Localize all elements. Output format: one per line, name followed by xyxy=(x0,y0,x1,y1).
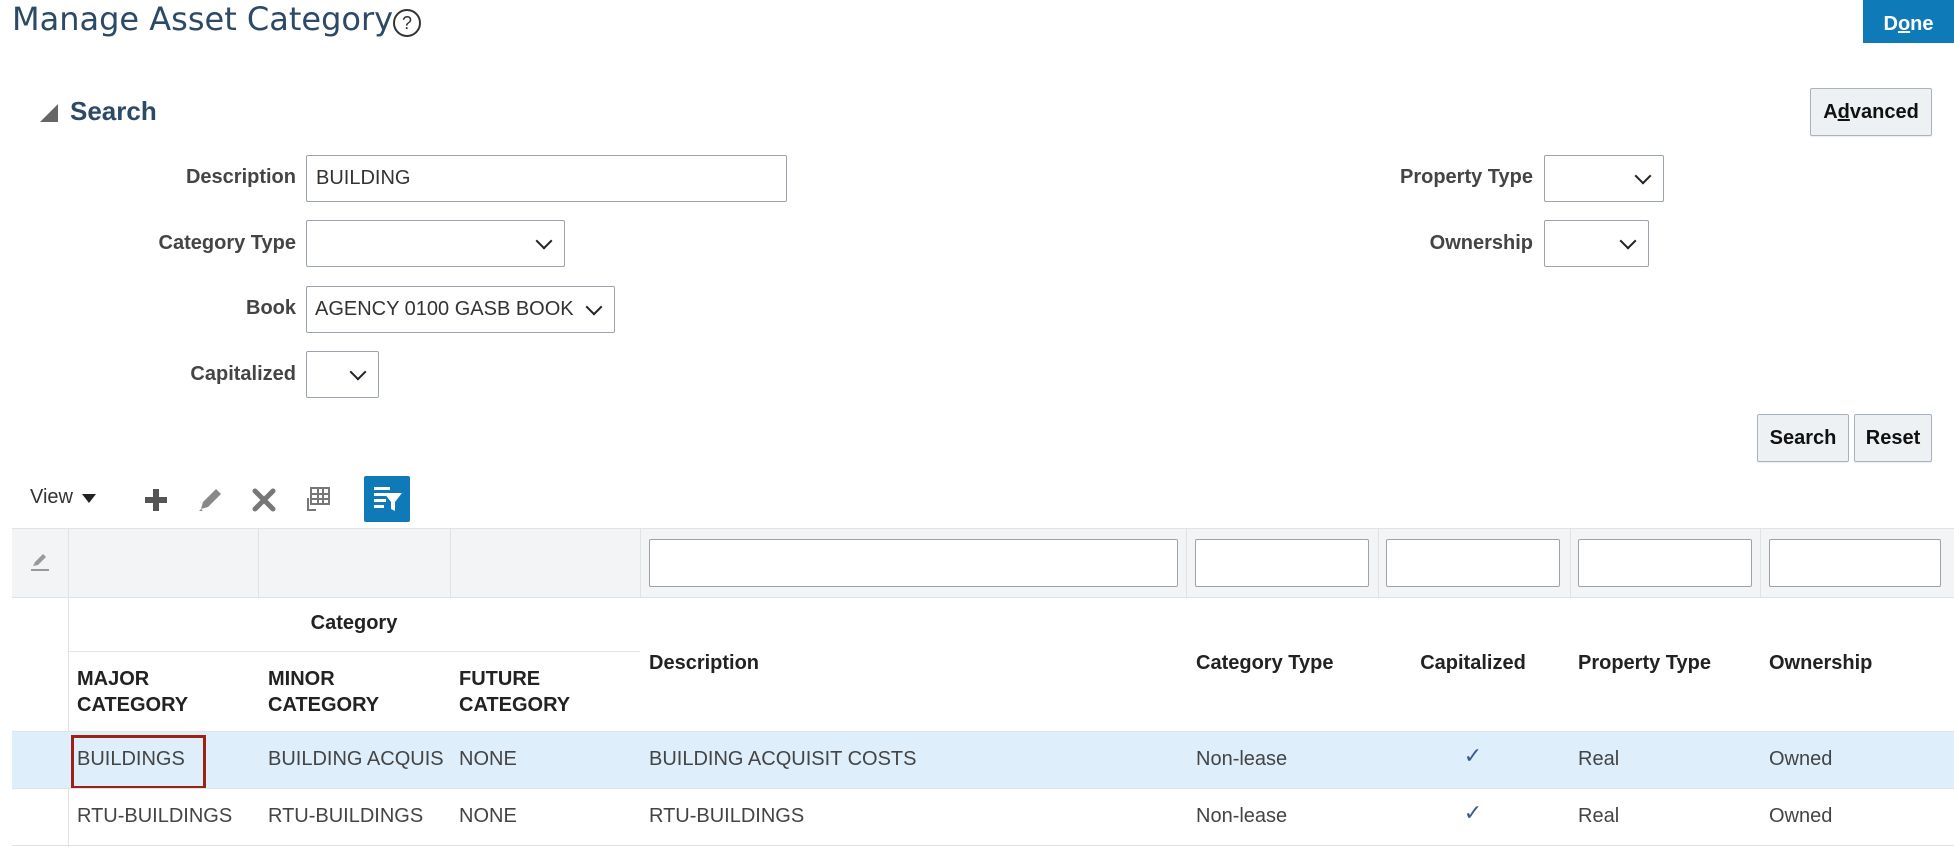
ownership-cell: Owned xyxy=(1769,748,1833,770)
done-button-label: Done xyxy=(1883,12,1934,35)
query-by-example-icon xyxy=(374,487,402,511)
minor-category-header[interactable]: MINOR CATEGORY xyxy=(268,666,438,718)
category-type-header[interactable]: Category Type xyxy=(1196,652,1333,675)
add-icon[interactable] xyxy=(140,484,172,516)
chevron-down-icon xyxy=(1619,232,1637,249)
ownership-cell: Owned xyxy=(1769,805,1833,827)
filter-col-sep xyxy=(1186,528,1187,598)
category-type-select[interactable] xyxy=(306,220,565,267)
property-type-label: Property Type xyxy=(1400,166,1533,188)
advanced-button[interactable]: Advanced xyxy=(1810,88,1932,136)
page-title: Manage Asset Category xyxy=(12,0,394,38)
description-cell: RTU-BUILDINGS xyxy=(649,805,805,827)
filter-col-sep xyxy=(640,528,641,598)
view-menu-label: View xyxy=(30,486,73,508)
ownership-header[interactable]: Ownership xyxy=(1769,652,1872,675)
description-input[interactable]: BUILDING xyxy=(306,155,787,202)
edit-icon[interactable] xyxy=(194,484,226,516)
minor-category-cell: BUILDING ACQUIS xyxy=(268,748,444,770)
clear-filter-icon[interactable] xyxy=(28,550,52,574)
view-menu[interactable]: View xyxy=(30,486,97,509)
category-group-header: Category xyxy=(310,612,398,634)
description-cell: BUILDING ACQUISIT COSTS xyxy=(649,748,917,770)
ownership-select[interactable] xyxy=(1544,220,1649,267)
description-header[interactable]: Description xyxy=(649,652,759,675)
category-type-filter-input[interactable] xyxy=(1195,539,1369,587)
filter-col-sep xyxy=(1378,528,1379,598)
major-category-header[interactable]: MAJOR CATEGORY xyxy=(77,666,247,718)
advanced-button-label: Advanced xyxy=(1823,100,1919,123)
freeze-icon[interactable] xyxy=(302,484,334,516)
collapse-triangle-icon xyxy=(40,103,58,122)
category-type-cell: Non-lease xyxy=(1196,748,1288,770)
ownership-filter-input[interactable] xyxy=(1769,539,1941,587)
minor-category-cell: RTU-BUILDINGS xyxy=(268,805,424,827)
row-divider xyxy=(12,845,1954,846)
chevron-down-icon xyxy=(585,298,603,315)
major-category-cell[interactable]: RTU-BUILDINGS xyxy=(77,805,259,828)
future-category-cell: NONE xyxy=(459,805,517,827)
reset-button-label: Reset xyxy=(1865,426,1921,449)
filter-col-sep xyxy=(450,528,451,598)
description-label: Description xyxy=(185,166,296,188)
future-category-header[interactable]: FUTURE CATEGORY xyxy=(459,666,629,718)
future-category-cell: NONE xyxy=(459,748,517,770)
search-section-title: Search xyxy=(70,96,157,126)
reset-button[interactable]: Reset xyxy=(1854,414,1932,462)
search-button[interactable]: Search xyxy=(1757,414,1849,462)
capitalized-select[interactable] xyxy=(306,351,379,398)
property-type-header[interactable]: Property Type xyxy=(1578,652,1711,675)
book-select[interactable]: AGENCY 0100 GASB BOOK xyxy=(306,286,615,333)
property-type-cell: Real xyxy=(1578,748,1620,770)
capitalized-check-icon: ✓ xyxy=(1463,800,1483,825)
caret-down-icon xyxy=(82,493,96,503)
capitalized-header[interactable]: Capitalized xyxy=(1386,652,1560,675)
filter-col-sep xyxy=(1570,528,1571,598)
group-header-line xyxy=(68,651,640,652)
chevron-down-icon xyxy=(349,363,367,380)
property-type-filter-input[interactable] xyxy=(1578,539,1752,587)
capitalized-filter-input[interactable] xyxy=(1386,539,1560,587)
filter-col-sep xyxy=(258,528,259,598)
chevron-down-icon xyxy=(1634,167,1652,184)
filter-col-sep xyxy=(68,528,69,598)
done-button[interactable]: Done xyxy=(1863,0,1954,43)
category-type-cell: Non-lease xyxy=(1196,805,1288,827)
delete-icon[interactable] xyxy=(248,484,280,516)
capitalized-label: Capitalized xyxy=(190,363,296,385)
filter-col-sep xyxy=(1760,528,1761,598)
description-input-value: BUILDING xyxy=(316,167,411,189)
search-button-label: Search xyxy=(1769,426,1837,449)
book-select-value: AGENCY 0100 GASB BOOK xyxy=(315,298,574,320)
category-type-label: Category Type xyxy=(158,232,296,254)
ownership-label: Ownership xyxy=(1429,232,1533,254)
description-filter-input[interactable] xyxy=(649,539,1178,587)
help-icon[interactable]: ? xyxy=(392,8,422,38)
svg-text:?: ? xyxy=(402,13,412,33)
chevron-down-icon xyxy=(535,232,553,249)
search-section-header[interactable]: Search xyxy=(40,96,157,127)
property-type-select[interactable] xyxy=(1544,155,1664,202)
major-category-cell[interactable]: BUILDINGS xyxy=(77,748,247,771)
capitalized-check-icon: ✓ xyxy=(1463,743,1483,768)
book-label: Book xyxy=(246,297,296,319)
query-by-example-button[interactable] xyxy=(364,476,410,522)
property-type-cell: Real xyxy=(1578,805,1620,827)
